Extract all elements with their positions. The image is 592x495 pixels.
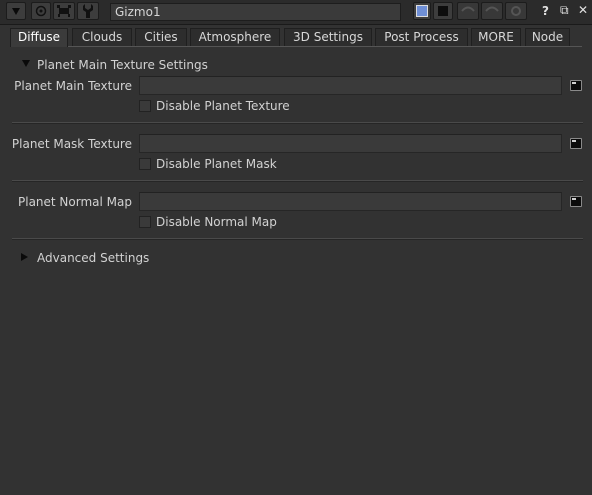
checkbox-label: Disable Planet Texture: [156, 99, 290, 113]
tab-label: Cities: [144, 30, 178, 44]
param-label: Planet Mask Texture: [11, 137, 132, 151]
tab-label: Atmosphere: [198, 30, 272, 44]
help-icon[interactable]: ?: [542, 4, 549, 18]
tab-diffuse[interactable]: Diffuse: [10, 28, 68, 47]
planet-normal-map-input[interactable]: [139, 192, 562, 211]
divider: [12, 180, 583, 182]
close-icon[interactable]: ✕: [578, 3, 588, 17]
viewer-icon[interactable]: [31, 2, 51, 20]
group-title: Planet Main Texture Settings: [37, 58, 208, 72]
file-browse-icon[interactable]: [570, 196, 582, 207]
node-name-field[interactable]: Gizmo1: [110, 3, 401, 21]
redo-icon[interactable]: [481, 2, 503, 20]
tab-label: Post Process: [384, 30, 459, 44]
color-swatch-blue: [416, 5, 428, 17]
planet-mask-texture-input[interactable]: [139, 134, 562, 153]
tab-label: Node: [531, 30, 564, 44]
tab-label: Diffuse: [17, 30, 61, 44]
disable-planet-texture-checkbox[interactable]: [139, 100, 151, 112]
node-tree-icon[interactable]: [53, 2, 75, 20]
expand-arrow-icon: [21, 253, 28, 261]
file-browse-icon[interactable]: [570, 80, 582, 91]
tab-label: MORE: [478, 30, 514, 44]
undo-icon[interactable]: [457, 2, 479, 20]
node-titlebar: Gizmo1 ? ⧉ ✕: [0, 0, 592, 25]
divider: [12, 122, 583, 124]
checkbox-label: Disable Planet Mask: [156, 157, 277, 171]
color-swatch-black: [438, 6, 448, 16]
disable-normal-map-checkbox[interactable]: [139, 216, 151, 228]
tab-label: 3D Settings: [293, 30, 363, 44]
wrench-icon[interactable]: [77, 2, 99, 20]
collapse-arrow-icon: [22, 60, 30, 67]
tab-label: Clouds: [81, 30, 123, 44]
tab-clouds[interactable]: Clouds: [72, 28, 132, 46]
tab-cities[interactable]: Cities: [135, 28, 187, 46]
tab-more[interactable]: MORE: [471, 28, 521, 46]
param-label: Planet Normal Map: [18, 195, 132, 209]
advanced-settings-group-toggle[interactable]: Advanced Settings: [21, 251, 171, 265]
param-label: Planet Main Texture: [14, 79, 132, 93]
divider: [12, 238, 583, 240]
checkbox-label: Disable Normal Map: [156, 215, 277, 229]
group-title: Advanced Settings: [37, 251, 150, 265]
color-swatch-button[interactable]: [413, 2, 431, 20]
tab-bar: Diffuse Clouds Cities Atmosphere 3D Sett…: [10, 28, 582, 47]
disable-planet-mask-checkbox[interactable]: [139, 158, 151, 170]
tab-3d-settings[interactable]: 3D Settings: [284, 28, 372, 46]
file-browse-icon[interactable]: [570, 138, 582, 149]
tab-post-process[interactable]: Post Process: [375, 28, 468, 46]
revert-icon[interactable]: [505, 2, 527, 20]
tab-atmosphere[interactable]: Atmosphere: [190, 28, 280, 46]
collapse-arrow-icon[interactable]: [6, 2, 26, 20]
color-swatch-button-2[interactable]: [433, 2, 453, 20]
tab-node[interactable]: Node: [525, 28, 570, 46]
planet-main-texture-input[interactable]: [139, 76, 562, 95]
float-icon[interactable]: ⧉: [560, 3, 569, 18]
node-name-text: Gizmo1: [115, 5, 161, 19]
main-texture-group-toggle[interactable]: Planet Main Texture Settings: [22, 58, 222, 72]
